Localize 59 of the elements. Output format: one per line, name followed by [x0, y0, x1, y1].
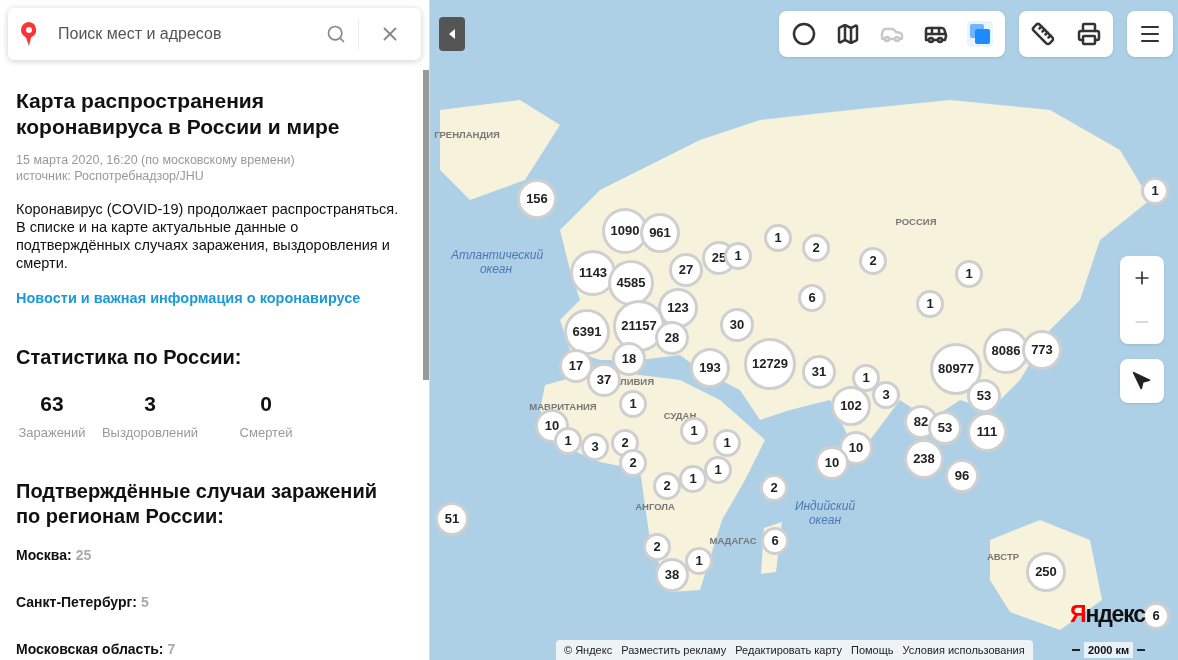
case-cluster-marker[interactable]: 38 — [655, 558, 689, 592]
copyright-text: © Яндекс — [564, 642, 613, 658]
source-text: источник: Роспотребнадзор/JHU — [16, 168, 205, 184]
region-count: 7 — [167, 639, 176, 659]
circle-layer-button[interactable] — [791, 21, 817, 47]
stat-label: Смертей — [239, 424, 293, 443]
region-name: Московская область: — [16, 639, 164, 659]
case-cluster-marker[interactable]: 96 — [945, 459, 979, 493]
region-name: Москва: — [16, 545, 72, 565]
collapse-panel-button[interactable] — [439, 17, 465, 51]
ruler-icon[interactable] — [1031, 22, 1055, 46]
case-cluster-marker[interactable]: 17 — [559, 349, 593, 383]
arrow-icon — [1132, 371, 1152, 391]
panel-title: Карта распространения коронавируса в России и мире — [16, 88, 341, 140]
case-cluster-marker[interactable]: 111 — [967, 412, 1007, 452]
stat-value: 0 — [260, 390, 272, 417]
stat-value: 3 — [144, 390, 156, 417]
geolocation-button[interactable] — [1120, 359, 1164, 403]
yandex-logo: Яндекс — [1070, 600, 1145, 628]
case-cluster-marker[interactable]: 2 — [643, 533, 671, 561]
case-cluster-marker[interactable]: 10 — [815, 446, 849, 480]
scrollbar[interactable] — [423, 70, 429, 380]
footer-link[interactable]: Помощь — [851, 641, 894, 659]
country-label: РОССИЯ — [895, 214, 937, 229]
case-cluster-marker[interactable]: 51 — [435, 502, 469, 536]
case-cluster-marker[interactable]: 773 — [1022, 330, 1062, 370]
region-count: 5 — [141, 592, 149, 612]
search-field[interactable]: Поиск мест и адресов — [8, 8, 421, 60]
search-icon[interactable] — [326, 24, 346, 44]
footer-link[interactable]: Редактировать карту — [735, 641, 842, 659]
menu-button[interactable] — [1127, 11, 1173, 57]
footer-link[interactable]: Условия использования — [902, 641, 1025, 659]
footer-link[interactable]: Разместить рекламу — [621, 641, 727, 659]
ocean-label: Атлантический океан — [451, 248, 541, 276]
regions-title: Подтверждённые случаи заражений по регионам России: — [16, 478, 378, 529]
stat-label: Заражений — [18, 424, 86, 443]
printer-icon[interactable] — [1077, 22, 1101, 46]
case-cluster-marker[interactable]: 1 — [1141, 177, 1169, 205]
description-text: Коронавирус (COVID-19) продолжает распространяться. В списке и на карте актуальные данные о подтверждённых случаях заражения, выздоровления и смерти. — [16, 200, 400, 272]
scale-label: 2000 км — [1084, 641, 1134, 658]
stats-title: Статистика по России: — [16, 344, 243, 370]
layers-button[interactable] — [967, 21, 993, 47]
ocean-label: Индийский океан — [793, 499, 857, 527]
caret-icon — [449, 29, 455, 39]
case-cluster-marker[interactable]: 53 — [928, 411, 962, 445]
search-input[interactable]: Поиск мест и адресов — [58, 22, 314, 46]
case-cluster-marker[interactable]: 6 — [761, 527, 789, 555]
stat-value: 63 — [40, 390, 64, 417]
region-count: 25 — [75, 545, 92, 565]
stat-label: Выздоровлений — [101, 424, 199, 443]
case-cluster-marker[interactable]: 2 — [760, 474, 788, 502]
case-cluster-marker[interactable]: 238 — [904, 439, 944, 479]
map-layer-button[interactable] — [835, 21, 861, 47]
map-pin-logo-icon — [20, 21, 38, 47]
date-text: 15 марта 2020, 16:20 (по московскому времени) — [16, 152, 296, 168]
case-cluster-marker[interactable]: 156 — [517, 179, 557, 219]
case-cluster-marker[interactable]: 53 — [967, 379, 1001, 413]
country-label: ЛИВИЯ — [620, 374, 654, 389]
region-name: Санкт-Петербург: — [16, 592, 138, 612]
